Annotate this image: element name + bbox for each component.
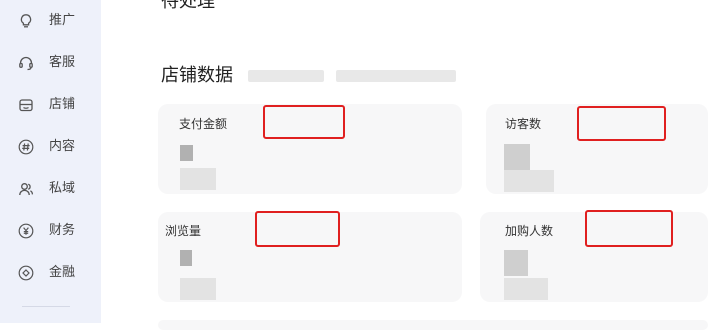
sidebar-item-label: 私域 xyxy=(49,181,76,196)
sidebar-item-label: 店铺 xyxy=(49,97,76,112)
hashtag-icon xyxy=(18,139,34,155)
metric-label: 加购人数 xyxy=(505,224,554,238)
highlight-box xyxy=(263,105,345,139)
highlight-box xyxy=(585,210,673,247)
blurred-value xyxy=(504,144,530,170)
blurred-value xyxy=(504,170,554,192)
metric-label: 浏览量 xyxy=(165,224,202,238)
metric-label: 支付金额 xyxy=(179,117,228,131)
blurred-subtitle xyxy=(248,70,324,82)
sidebar: 推广 客服 店铺 内容 私域 财务 金融 xyxy=(0,0,101,323)
metric-card-partial xyxy=(158,320,708,330)
blurred-subtitle xyxy=(336,70,456,82)
blurred-value xyxy=(180,278,216,300)
yuan-icon xyxy=(18,223,34,239)
highlight-box xyxy=(255,211,340,247)
finance-icon xyxy=(18,265,34,281)
users-icon xyxy=(18,181,34,197)
sidebar-item-content[interactable]: 内容 xyxy=(0,131,101,163)
sidebar-item-promotion[interactable]: 推广 xyxy=(0,5,101,37)
blurred-value xyxy=(180,250,192,266)
lightbulb-icon xyxy=(18,13,34,29)
main-content: 待处理 店铺数据 支付金额 访客数 浏览量 加购人数 xyxy=(101,0,708,330)
blurred-value xyxy=(180,168,216,190)
blurred-value xyxy=(504,250,528,276)
sidebar-item-store[interactable]: 店铺 xyxy=(0,89,101,121)
sidebar-item-label: 金融 xyxy=(49,265,76,280)
sidebar-divider xyxy=(22,306,70,307)
sidebar-item-label: 财务 xyxy=(49,223,76,238)
store-icon xyxy=(18,97,34,113)
sidebar-item-private-domain[interactable]: 私域 xyxy=(0,173,101,205)
headset-icon xyxy=(18,55,34,71)
store-data-title: 店铺数据 xyxy=(161,65,233,86)
sidebar-item-banking[interactable]: 金融 xyxy=(0,257,101,289)
sidebar-item-finance[interactable]: 财务 xyxy=(0,215,101,247)
sidebar-item-label: 客服 xyxy=(49,55,76,70)
sidebar-item-label: 内容 xyxy=(49,139,76,154)
pending-section-title: 待处理 xyxy=(161,0,215,12)
sidebar-item-label: 推广 xyxy=(49,13,76,28)
blurred-value xyxy=(180,145,193,161)
highlight-box xyxy=(577,106,666,141)
blurred-value xyxy=(504,278,548,300)
sidebar-item-customer-service[interactable]: 客服 xyxy=(0,47,101,79)
metric-label: 访客数 xyxy=(505,117,542,131)
